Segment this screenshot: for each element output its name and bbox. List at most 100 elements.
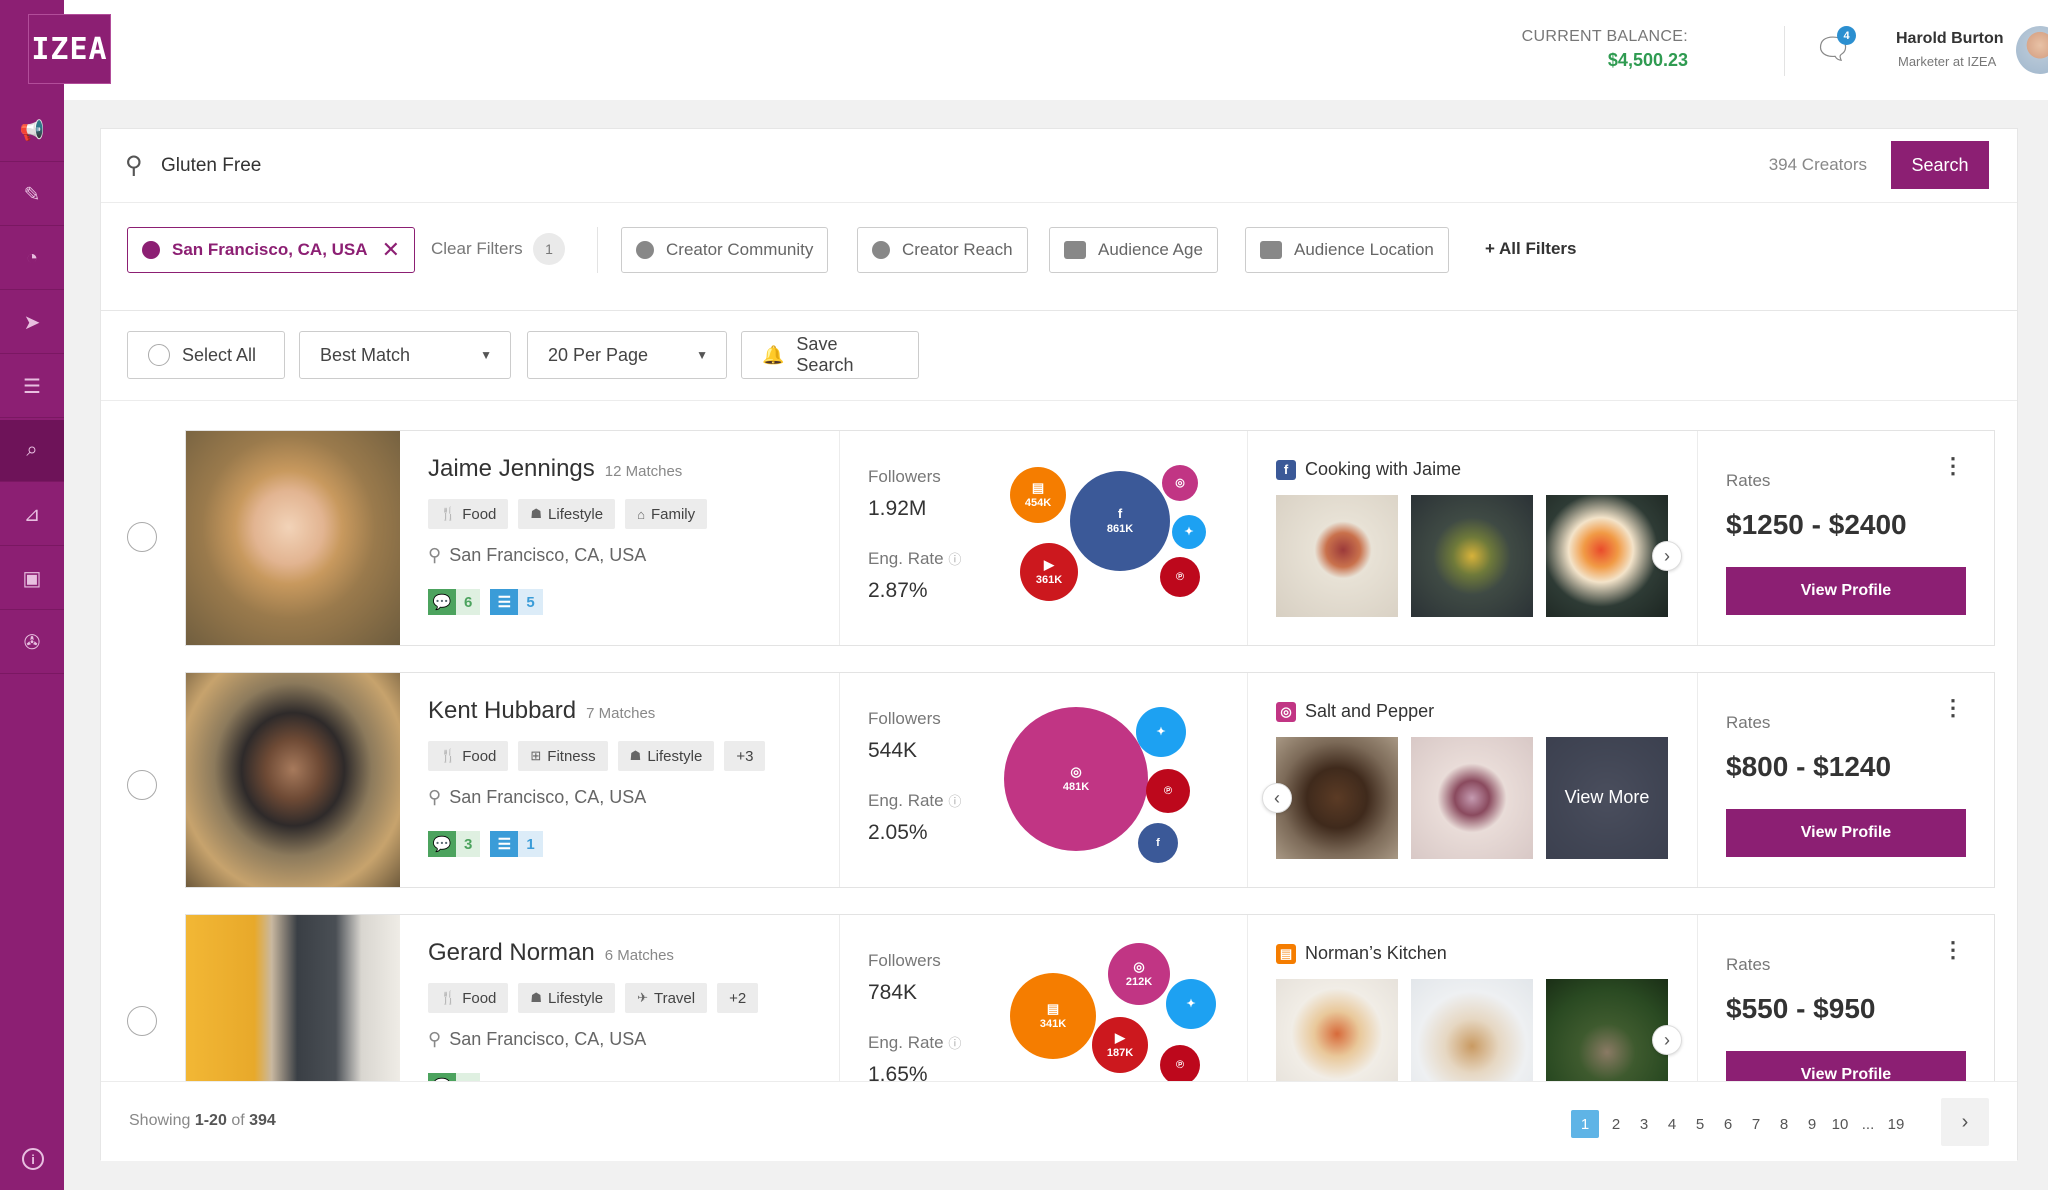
wrench-icon[interactable]: ✇ [0,612,64,674]
page-link[interactable]: 8 [1773,1110,1795,1138]
creator-photo[interactable] [186,915,400,1082]
instagram-reach-bubble[interactable]: ◎ 481K [1004,707,1148,851]
twitter-icon[interactable]: ✦ [1172,515,1206,549]
close-icon[interactable]: ✕ [382,237,400,263]
creator-photo[interactable] [186,431,400,645]
save-search-button[interactable]: 🔔 Save Search [741,331,919,379]
page-link[interactable]: 1 [1571,1110,1599,1138]
creator-name-text[interactable]: Gerard Norman [428,939,595,966]
creator-reach-filter[interactable]: Creator Reach [857,227,1028,273]
youtube-reach-bubble[interactable]: ▶ 361K [1020,543,1078,601]
instagram-reach-bubble[interactable]: ◎ 212K [1108,943,1170,1005]
page-link[interactable]: 7 [1745,1110,1767,1138]
content-thumbnail[interactable] [1411,979,1533,1082]
lists-counter[interactable]: ☰ 5 [490,589,543,615]
more-options-icon[interactable]: ⋮ [1942,695,1964,721]
creator-name[interactable]: Jaime Jennings 12 Matches [428,455,682,483]
search-button[interactable]: Search [1891,141,1989,189]
megaphone-icon[interactable]: ➤ [0,292,64,354]
page-link[interactable]: 2 [1605,1110,1627,1138]
avatar[interactable] [2016,26,2048,74]
more-tags[interactable]: +3 [724,741,766,771]
select-creator-radio[interactable] [127,770,157,800]
gallery-title[interactable]: ▤ Norman’s Kitchen [1276,943,1447,964]
page-link[interactable]: 5 [1689,1110,1711,1138]
view-more-button[interactable]: View More [1546,737,1668,859]
page-link[interactable]: 3 [1633,1110,1655,1138]
campaigns-icon[interactable]: 📢 [0,100,64,162]
per-page-select[interactable]: 20 Per Page ▼ [527,331,727,379]
izea-logo[interactable]: IZEA [28,14,111,84]
select-creator-radio[interactable] [127,522,157,552]
creator-photo[interactable] [186,673,400,887]
list-icon[interactable]: ☰ [0,356,64,418]
clear-filters-link[interactable]: Clear Filters [431,239,523,259]
all-filters-link[interactable]: + All Filters [1485,239,1576,259]
page-link[interactable]: 9 [1801,1110,1823,1138]
pinterest-icon[interactable]: ℗ [1146,769,1190,813]
gallery-title[interactable]: f Cooking with Jaime [1276,459,1461,480]
chevron-right-icon[interactable]: › [1652,541,1682,571]
more-tags[interactable]: +2 [717,983,759,1013]
select-all-radio[interactable] [148,344,170,366]
comments-counter[interactable]: 💬 3 [428,831,481,857]
facebook-icon[interactable]: f [1138,823,1178,863]
edit-icon[interactable]: ✎ [0,164,64,226]
audience-age-filter[interactable]: Audience Age [1049,227,1218,273]
pinterest-icon[interactable]: ℗ [1160,1045,1200,1082]
page-link[interactable]: 10 [1829,1110,1851,1138]
creator-community-filter[interactable]: Creator Community [621,227,829,273]
help-icon[interactable]: ⓘ [948,552,961,567]
chevron-right-icon[interactable]: › [1941,1098,1989,1146]
user-name[interactable]: Harold Burton [1896,30,2004,48]
sort-select[interactable]: Best Match ▼ [299,331,511,379]
instagram-icon[interactable]: ◎ [1162,465,1198,501]
facebook-reach-bubble[interactable]: f 861K [1070,471,1170,571]
send-icon[interactable]: ⊿ [0,484,64,546]
help-icon[interactable]: ⓘ [948,794,961,809]
creator-name-text[interactable]: Jaime Jennings [428,455,595,482]
content-thumbnail[interactable] [1276,495,1398,617]
wallet-icon[interactable]: ▣ [0,548,64,610]
balance-value: $4,500.23 [1607,50,1688,70]
creator-search-icon[interactable]: ⌕ [0,420,64,482]
info-icon[interactable]: i [22,1148,44,1170]
content-thumbnail[interactable] [1276,979,1398,1082]
twitter-icon[interactable]: ✦ [1136,707,1186,757]
content-thumbnail[interactable] [1276,737,1398,859]
chevron-left-icon[interactable]: ‹ [1262,783,1292,813]
youtube-reach-bubble[interactable]: ▶ 187K [1092,1017,1148,1073]
select-creator-radio[interactable] [127,1006,157,1036]
content-thumbnail[interactable] [1411,737,1533,859]
search-input[interactable] [161,151,1061,181]
analytics-icon[interactable]: ◔ [0,228,64,290]
creator-name[interactable]: Gerard Norman 6 Matches [428,939,674,967]
blog-reach-bubble[interactable]: ▤ 341K [1010,973,1096,1059]
creator-name-text[interactable]: Kent Hubbard [428,697,576,724]
caret-down-icon: ▼ [696,348,708,362]
twitter-icon[interactable]: ✦ [1166,979,1216,1029]
blog-reach-bubble[interactable]: ▤ 454K [1010,467,1066,523]
location-filter-chip[interactable]: San Francisco, CA, USA ✕ [127,227,415,273]
page-link[interactable]: 6 [1717,1110,1739,1138]
view-profile-button[interactable]: View Profile [1726,1051,1966,1082]
creator-name[interactable]: Kent Hubbard 7 Matches [428,697,655,725]
audience-location-filter[interactable]: Audience Location [1245,227,1449,273]
content-thumbnail[interactable] [1546,979,1668,1082]
lists-counter[interactable]: ☰ 1 [490,831,543,857]
page-link[interactable]: 19 [1885,1110,1907,1138]
help-icon[interactable]: ⓘ [948,1036,961,1051]
more-options-icon[interactable]: ⋮ [1942,937,1964,963]
chevron-right-icon[interactable]: › [1652,1025,1682,1055]
tag-label: Food [462,505,497,523]
comments-counter[interactable]: 💬 6 [428,589,481,615]
pinterest-icon[interactable]: ℗ [1160,557,1200,597]
content-thumbnail[interactable] [1546,495,1668,617]
view-profile-button[interactable]: View Profile [1726,809,1966,857]
content-thumbnail[interactable] [1411,495,1533,617]
more-options-icon[interactable]: ⋮ [1942,453,1964,479]
view-profile-button[interactable]: View Profile [1726,567,1966,615]
page-link[interactable]: 4 [1661,1110,1683,1138]
gallery-title[interactable]: ◎ Salt and Pepper [1276,701,1434,722]
select-all-button[interactable]: Select All [127,331,285,379]
